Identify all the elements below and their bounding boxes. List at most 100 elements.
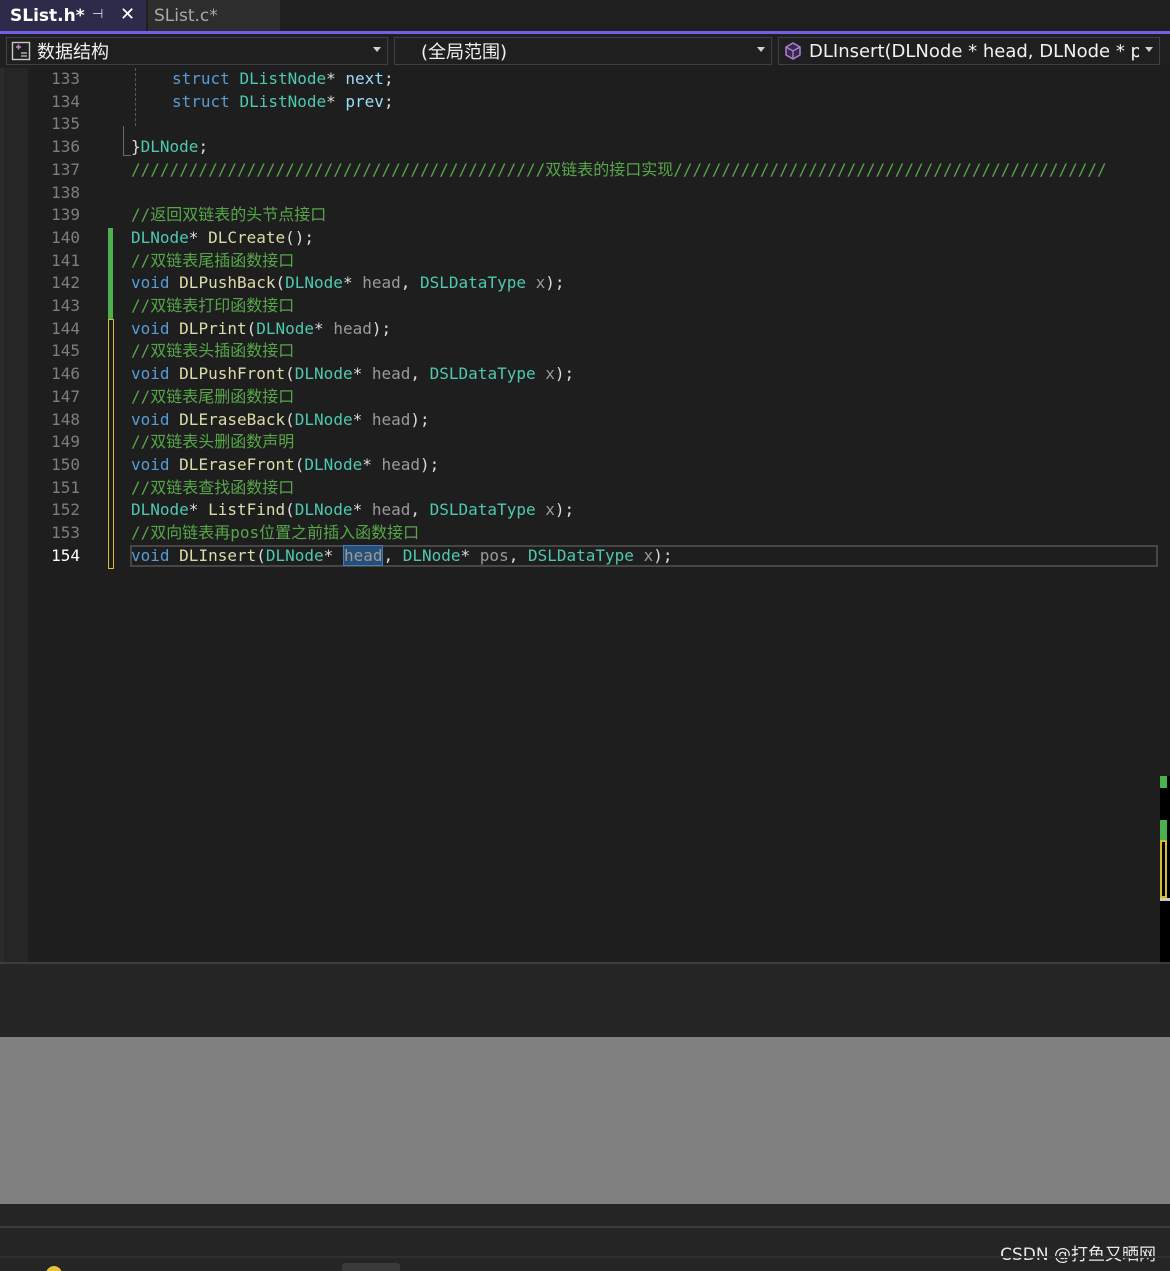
type-token: DLNode bbox=[304, 454, 363, 474]
tab-slist-h[interactable]: SList.h* ⊣ ✕ bbox=[0, 0, 146, 31]
punctuation-token: , bbox=[383, 545, 403, 565]
overview-ruler[interactable] bbox=[1160, 68, 1170, 962]
scope-dropdown[interactable]: (全局范围) bbox=[394, 37, 772, 65]
code-line[interactable]: 146 void DLPushFront(DLNode* head, DSLDat… bbox=[0, 363, 1160, 386]
punctuation-token: ); bbox=[420, 454, 440, 474]
code-text[interactable]: void DLEraseFront(DLNode* head); bbox=[131, 454, 439, 477]
punctuation-token: , bbox=[410, 364, 430, 384]
code-text[interactable]: ////////////////////////////////////////… bbox=[131, 159, 1107, 182]
punctuation-token: * bbox=[188, 500, 209, 520]
function-token: DLCreate bbox=[208, 227, 286, 247]
type-token: DSLDataType bbox=[429, 500, 536, 520]
code-text[interactable]: struct DListNode* next; bbox=[172, 68, 394, 91]
punctuation-token: * bbox=[460, 545, 480, 565]
code-line[interactable]: 144 void DLPrint(DLNode* head); bbox=[0, 318, 1160, 341]
code-text[interactable]: void DLEraseBack(DLNode* head); bbox=[131, 409, 430, 432]
code-line[interactable]: 137 /////////////////////////////////////… bbox=[0, 159, 1160, 182]
parameter-token: x bbox=[545, 364, 555, 384]
code-text[interactable]: void DLPushFront(DLNode* head, DSLDataTy… bbox=[131, 363, 574, 386]
line-number: 138 bbox=[51, 182, 80, 202]
code-line[interactable]: 140 DLNode* DLCreate(); bbox=[0, 227, 1160, 250]
code-line[interactable]: 143 //双链表打印函数接口 bbox=[0, 295, 1160, 318]
comment-token: ////////////////////////////////////////… bbox=[131, 159, 1107, 179]
code-text[interactable]: //双链表头插函数接口 bbox=[131, 340, 294, 363]
parameter-token: head bbox=[371, 500, 411, 520]
code-line[interactable]: 148 void DLEraseBack(DLNode* head); bbox=[0, 409, 1160, 432]
comment-token: //双链表打印函数接口 bbox=[131, 296, 295, 315]
punctuation-token: ); bbox=[410, 409, 430, 429]
ruler-caret-marker bbox=[1160, 898, 1170, 901]
code-text[interactable]: }DLNode; bbox=[131, 136, 208, 159]
punctuation-token: * bbox=[314, 318, 334, 338]
code-line[interactable]: 136}DLNode; bbox=[0, 136, 1160, 159]
code-line[interactable]: 147 //双链表尾删函数接口 bbox=[0, 386, 1160, 409]
code-line[interactable]: 154 void DLInsert(DLNode* head, DLNode* p… bbox=[0, 544, 1160, 568]
project-dropdown[interactable]: 数据结构 bbox=[6, 37, 388, 65]
punctuation-token: ( bbox=[285, 364, 295, 384]
code-text[interactable]: //双链表尾插函数接口 bbox=[131, 250, 294, 273]
panel-tab[interactable] bbox=[342, 1263, 400, 1271]
code-text[interactable]: //双向链表再pos位置之前插入函数接口 bbox=[131, 522, 419, 545]
punctuation-token: * bbox=[362, 454, 382, 474]
code-line[interactable]: 135 bbox=[0, 113, 1160, 136]
code-text[interactable]: //双链表查找函数接口 bbox=[131, 477, 294, 500]
code-editor[interactable]: 133 struct DListNode* next; 134 struct DLis… bbox=[0, 68, 1170, 962]
parameter-token: head bbox=[371, 364, 411, 384]
code-text[interactable]: //返回双链表的头节点接口 bbox=[131, 204, 326, 227]
comment-token: //双链表头删函数声明 bbox=[131, 432, 295, 452]
member-dropdown[interactable]: DLInsert(DLNode * head, DLNode * pos, DS… bbox=[778, 37, 1160, 65]
code-line[interactable]: 133 struct DListNode* next; bbox=[0, 68, 1160, 91]
type-token: DLNode bbox=[256, 318, 315, 338]
close-icon[interactable]: ✕ bbox=[120, 4, 135, 25]
code-line[interactable]: 153 //双向链表再pos位置之前插入函数接口 bbox=[0, 522, 1160, 545]
parameter-token: x bbox=[643, 545, 654, 565]
code-text[interactable]: //双链表打印函数接口 bbox=[131, 295, 294, 318]
type-token: DLNode bbox=[294, 409, 353, 429]
pin-icon[interactable]: ⊣ bbox=[92, 7, 103, 22]
status-area: CSDN @打鱼又晒网 bbox=[0, 1204, 1170, 1271]
function-token: ListFind bbox=[208, 500, 286, 520]
code-line[interactable]: 149 //双链表头删函数声明 bbox=[0, 431, 1160, 454]
notification-icon[interactable] bbox=[46, 1266, 62, 1271]
tab-slist-c[interactable]: SList.c* bbox=[148, 0, 280, 31]
code-line[interactable]: 150 void DLEraseFront(DLNode* head); bbox=[0, 454, 1160, 477]
divider bbox=[0, 1226, 1170, 1228]
code-text[interactable]: DLNode* DLCreate(); bbox=[131, 227, 314, 250]
punctuation-token bbox=[170, 455, 180, 474]
code-text[interactable]: void DLInsert(DLNode* head, DLNode* pos,… bbox=[131, 544, 672, 568]
keyword-token: void bbox=[131, 409, 170, 429]
punctuation-token: ); bbox=[554, 500, 575, 520]
code-line[interactable]: 139 //返回双链表的头节点接口 bbox=[0, 204, 1160, 227]
punctuation-token: ( bbox=[275, 273, 286, 293]
code-line[interactable]: 151 //双链表查找函数接口 bbox=[0, 477, 1160, 500]
punctuation-token bbox=[170, 273, 180, 292]
line-number: 140 bbox=[51, 227, 80, 247]
punctuation-token bbox=[170, 410, 180, 429]
tab-label: SList.h* bbox=[10, 5, 85, 26]
code-text[interactable]: DLNode* ListFind(DLNode* head, DSLDataTy… bbox=[131, 499, 574, 522]
code-text[interactable]: //双链表头删函数声明 bbox=[131, 431, 294, 454]
type-token: DSLDataType bbox=[429, 364, 536, 384]
code-text[interactable]: struct DListNode* prev; bbox=[172, 91, 394, 114]
code-line[interactable]: 138 bbox=[0, 182, 1160, 205]
parameter-token: head bbox=[371, 409, 411, 429]
code-line[interactable]: 152 DLNode* ListFind(DLNode* head, DSLDat… bbox=[0, 499, 1160, 522]
function-token: DLPushBack bbox=[179, 273, 276, 293]
method-cube-icon bbox=[785, 42, 801, 60]
comment-token: //双链表查找函数接口 bbox=[131, 477, 295, 497]
punctuation-token bbox=[230, 69, 240, 88]
punctuation-token: ); bbox=[554, 364, 575, 384]
line-number: 152 bbox=[51, 500, 80, 520]
line-number: 142 bbox=[51, 273, 80, 293]
tab-label: SList.c* bbox=[154, 5, 218, 26]
code-text[interactable]: void DLPushBack(DLNode* head, DSLDataTyp… bbox=[131, 272, 565, 295]
code-line[interactable]: 145 //双链表头插函数接口 bbox=[0, 340, 1160, 363]
code-line[interactable]: 141 //双链表尾插函数接口 bbox=[0, 250, 1160, 273]
comment-token: //双链表尾删函数接口 bbox=[131, 386, 295, 406]
code-line[interactable]: 142 void DLPushBack(DLNode* head, DSLData… bbox=[0, 272, 1160, 295]
code-line[interactable]: 134 struct DListNode* prev; bbox=[0, 91, 1160, 114]
function-token: DLPrint bbox=[179, 318, 247, 338]
code-text[interactable]: void DLPrint(DLNode* head); bbox=[131, 318, 391, 341]
code-text[interactable]: //双链表尾删函数接口 bbox=[131, 386, 294, 409]
line-number: 143 bbox=[51, 296, 80, 315]
